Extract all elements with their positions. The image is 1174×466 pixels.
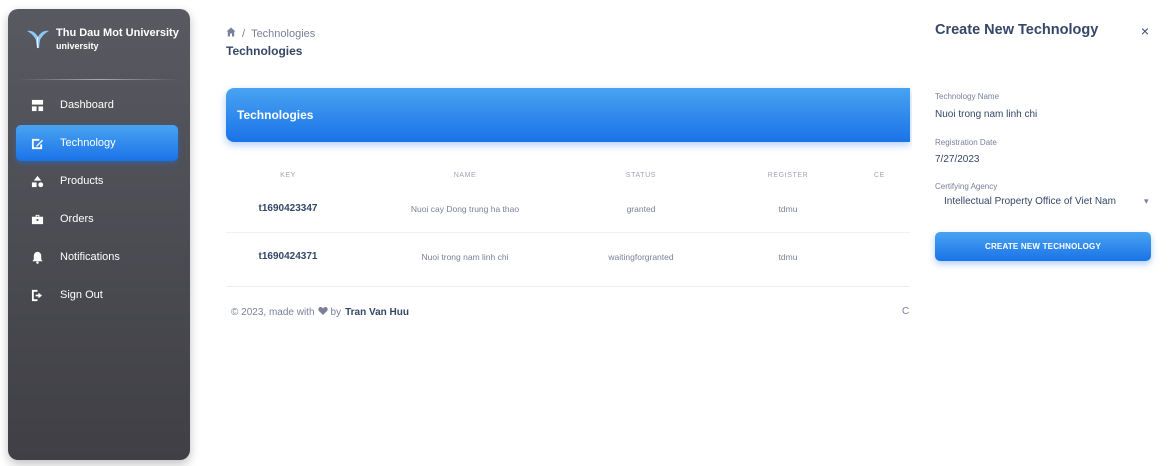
column-header-status: STATUS [625,171,657,179]
brand[interactable]: Thu Dau Mot University university [26,27,179,53]
sidebar: Thu Dau Mot University university Dashbo… [8,9,190,460]
logout-icon [30,288,44,302]
certifying-agency-select[interactable]: Intellectual Property Office of Viet Nam [944,196,1116,207]
bell-icon [30,250,44,264]
table-row[interactable]: t1690423347 Nuoi cay Dong trung ha thao … [226,185,910,232]
breadcrumb: / Technologies [226,27,315,40]
sidebar-item-orders[interactable]: Orders [16,201,178,237]
column-header-key: KEY [280,171,296,179]
cell-status: waitingforgranted [608,251,674,262]
footer: © 2023, made with by Tran Van Huu [231,306,409,319]
shapes-icon [30,174,44,188]
column-header-certifying: CE [874,171,885,179]
sidebar-item-products[interactable]: Products [16,163,178,199]
heart-icon [315,306,331,319]
column-header-register: REGISTER [767,171,809,179]
footer-prefix: © 2023, made with [231,307,315,318]
card-header: Technologies [226,88,910,142]
sidebar-item-sign-out[interactable]: Sign Out [16,277,178,313]
registration-date-label: Registration Date [935,138,997,147]
footer-edge-text: C [902,306,910,317]
footer-author-link[interactable]: Tran Van Huu [345,307,409,318]
technology-name-label: Technology Name [935,92,1000,101]
sidebar-divider [18,79,180,80]
sidebar-nav: Dashboard Technology Products Orders Not… [16,87,178,315]
panel-title: Create New Technology [935,22,1099,38]
sidebar-item-label: Sign Out [60,289,103,301]
registration-date-input[interactable]: 7/27/2023 [935,154,980,165]
cell-name: Nuoi trong nam linh chi [421,251,509,262]
dashboard-icon [30,98,44,112]
create-technology-panel: Create New Technology × Technology Name … [912,0,1174,466]
cell-status: granted [626,203,656,214]
sidebar-item-label: Products [60,175,104,187]
cell-key: t1690423347 [258,203,318,214]
sidebar-item-technology[interactable]: Technology [16,125,178,161]
technologies-table: KEY NAME STATUS REGISTER CE t1690423347 … [226,166,910,280]
brand-subtitle: university [56,41,99,51]
cell-key: t1690424371 [258,251,318,262]
edit-note-icon [30,136,44,150]
certifying-agency-label: Certifying Agency [935,182,998,191]
sidebar-item-label: Orders [60,213,94,225]
sidebar-item-label: Technology [60,137,116,149]
chevron-down-icon[interactable]: ▾ [1144,196,1149,207]
column-header-name: NAME [453,171,477,179]
close-icon[interactable]: × [1138,24,1152,38]
university-logo-icon [27,30,49,49]
sidebar-item-notifications[interactable]: Notifications [16,239,178,275]
sidebar-item-label: Notifications [60,251,120,263]
footer-by: by [330,307,342,318]
sidebar-item-label: Dashboard [60,99,114,111]
cell-register: tdmu [778,251,798,262]
card-title: Technologies [237,108,314,122]
create-new-technology-button[interactable]: CREATE NEW TECHNOLOGY [935,232,1151,261]
table-header: KEY NAME STATUS REGISTER CE [226,166,910,184]
home-icon[interactable] [226,27,236,40]
table-row[interactable]: t1690424371 Nuoi trong nam linh chi wait… [226,232,910,280]
sidebar-item-dashboard[interactable]: Dashboard [16,87,178,123]
breadcrumb-current: Technologies [251,27,316,40]
brand-name: Thu Dau Mot University [56,27,179,39]
page-title: Technologies [226,44,303,58]
technology-name-input[interactable]: Nuoi trong nam linh chi [935,109,1037,120]
cell-register: tdmu [778,203,798,214]
table-divider [226,286,910,287]
breadcrumb-separator: / [242,27,246,40]
cell-name: Nuoi cay Dong trung ha thao [410,203,520,214]
briefcase-icon [30,212,44,226]
